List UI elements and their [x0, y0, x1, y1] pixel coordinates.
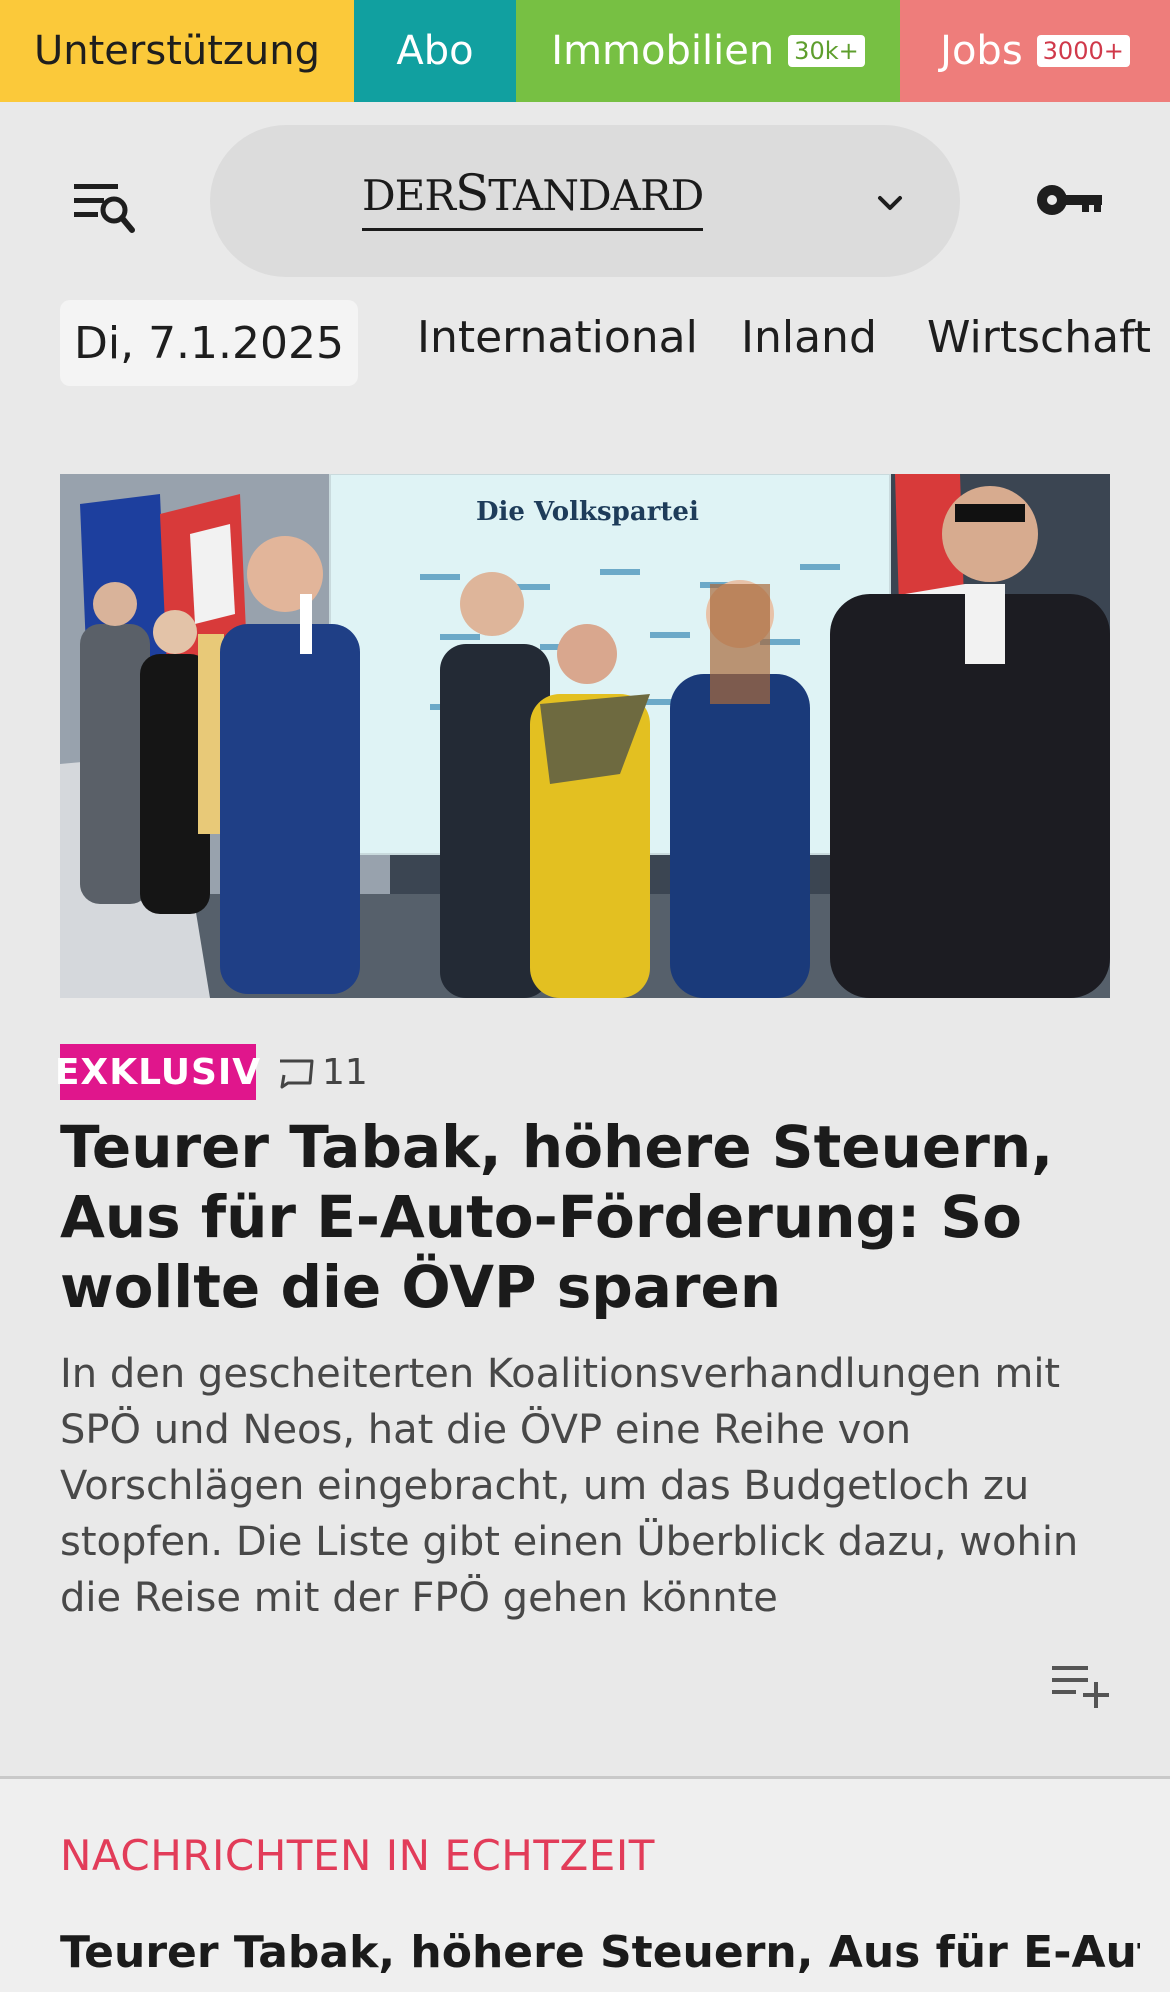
comments-link[interactable]: 11 — [276, 1044, 368, 1100]
jobs-label: Jobs — [940, 28, 1023, 74]
key-icon — [1037, 185, 1102, 215]
immobilien-label: Immobilien — [551, 28, 775, 74]
add-to-playlist-button[interactable] — [1050, 1660, 1114, 1712]
nav-item-inland[interactable]: Inland — [741, 312, 877, 363]
comment-icon — [280, 1059, 314, 1089]
login-button[interactable] — [1034, 176, 1106, 224]
press-conference-photo: Die Volkspartei — [60, 474, 1110, 998]
abo-link[interactable]: Abo — [354, 0, 516, 102]
masthead[interactable]: DERSTANDARD — [210, 125, 960, 277]
date-chip[interactable]: Di, 7.1.2025 — [60, 300, 358, 386]
support-link[interactable]: Unterstützung — [0, 0, 354, 102]
add-to-playlist-icon — [1052, 1666, 1109, 1708]
service-bar: Unterstützung Abo Immobilien 30k+ Jobs 300… — [0, 0, 1170, 102]
lead-teaser[interactable]: In den gescheiterten Koalitionsverhandlu… — [60, 1346, 1120, 1626]
lead-headline[interactable]: Teurer Tabak, höhere Steuern, Aus für E-… — [60, 1112, 1120, 1322]
support-label: Unterstützung — [33, 28, 320, 74]
menu-search-icon — [74, 184, 135, 233]
menu-search-button[interactable] — [70, 178, 142, 240]
exklusiv-tag: EXKLUSIV — [55, 1044, 260, 1100]
jobs-badge: 3000+ — [1036, 35, 1130, 67]
derstandard-logo[interactable]: DERSTANDARD — [362, 161, 704, 231]
abo-label: Abo — [396, 28, 474, 74]
image-wall-text: Die Volkspartei — [476, 497, 699, 527]
live-news-label[interactable]: NACHRICHTEN IN ECHTZEIT — [60, 1831, 655, 1880]
comment-count: 11 — [322, 1051, 368, 1093]
immobilien-link[interactable]: Immobilien 30k+ — [516, 0, 900, 102]
lead-article-image[interactable]: Die Volkspartei — [60, 474, 1110, 998]
live-news-headline[interactable]: Teurer Tabak, höhere Steuern, Aus für E-… — [60, 1927, 1140, 1978]
nav-item-wirtschaft[interactable]: Wirtschaft — [927, 312, 1151, 363]
live-news-section: NACHRICHTEN IN ECHTZEIT Teurer Tabak, hö… — [0, 1779, 1170, 1992]
jobs-link[interactable]: Jobs 3000+ — [900, 0, 1170, 102]
nav-item-international[interactable]: International — [417, 312, 698, 363]
immobilien-badge: 30k+ — [788, 35, 865, 67]
chevron-down-icon[interactable] — [870, 183, 910, 223]
